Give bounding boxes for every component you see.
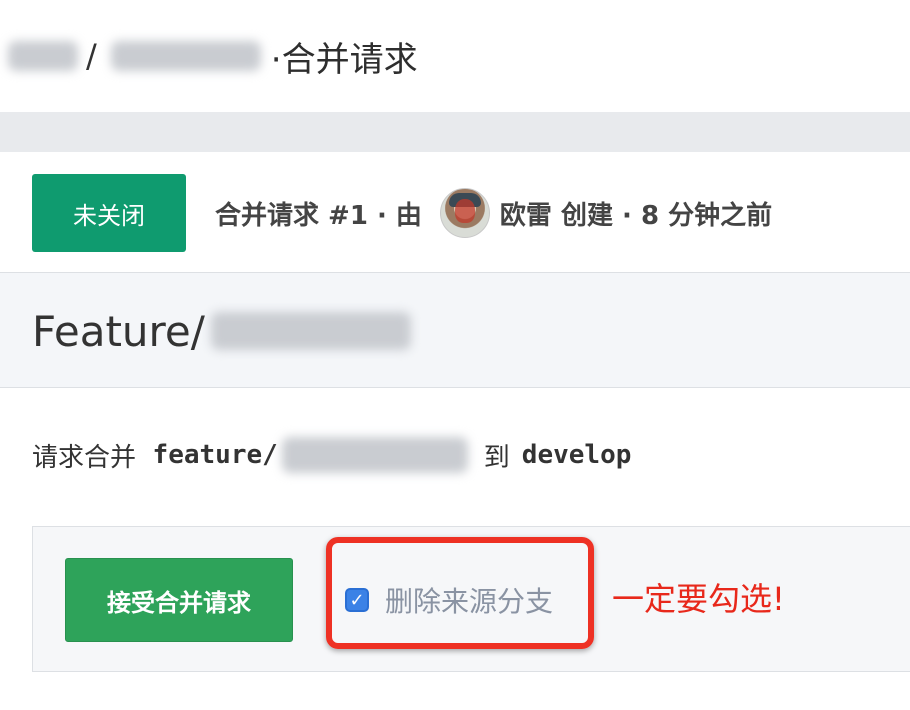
merge-request-status-row: 未关闭 合并请求 #1 · 由 欧雷 创建 · 8 分钟之前 bbox=[0, 152, 910, 273]
merge-request-number: 合并请求 #1 · 由 bbox=[215, 200, 422, 231]
merge-request-meta: 合并请求 #1 · 由 欧雷 创建 · 8 分钟之前 bbox=[215, 188, 772, 238]
merge-request-title-bar: Feature/ bbox=[0, 273, 910, 388]
redacted-group-name[interactable] bbox=[8, 41, 78, 71]
page-title: ·合并请求 bbox=[271, 32, 418, 81]
avatar[interactable] bbox=[439, 188, 490, 238]
breadcrumb-separator: / bbox=[86, 37, 97, 75]
status-badge-open: 未关闭 bbox=[32, 174, 186, 252]
header-divider-band bbox=[0, 112, 910, 152]
annotation-highlight-box bbox=[326, 537, 594, 649]
merge-request-title: Feature/ bbox=[32, 301, 411, 361]
target-branch: develop bbox=[521, 440, 632, 470]
branch-info: 请求合并 feature/ 到 develop bbox=[32, 432, 631, 478]
accept-merge-button[interactable]: 接受合并请求 bbox=[65, 558, 293, 642]
source-branch-prefix: feature/ bbox=[152, 440, 278, 470]
redacted-source-branch bbox=[281, 437, 468, 473]
redacted-title-suffix bbox=[210, 312, 411, 350]
breadcrumb: / ·合并请求 bbox=[0, 28, 418, 84]
breadcrumb-dot: · bbox=[270, 39, 282, 80]
request-merge-label: 请求合并 bbox=[32, 442, 137, 473]
title-prefix: Feature/ bbox=[32, 306, 205, 356]
annotation-note: 一定要勾选! bbox=[612, 580, 785, 618]
to-label: 到 bbox=[483, 442, 510, 473]
redacted-project-name[interactable] bbox=[110, 41, 261, 71]
created-time: 创建 · 8 分钟之前 bbox=[561, 200, 773, 231]
page-title-text: 合并请求 bbox=[281, 39, 418, 80]
author-name[interactable]: 欧雷 bbox=[500, 195, 552, 232]
